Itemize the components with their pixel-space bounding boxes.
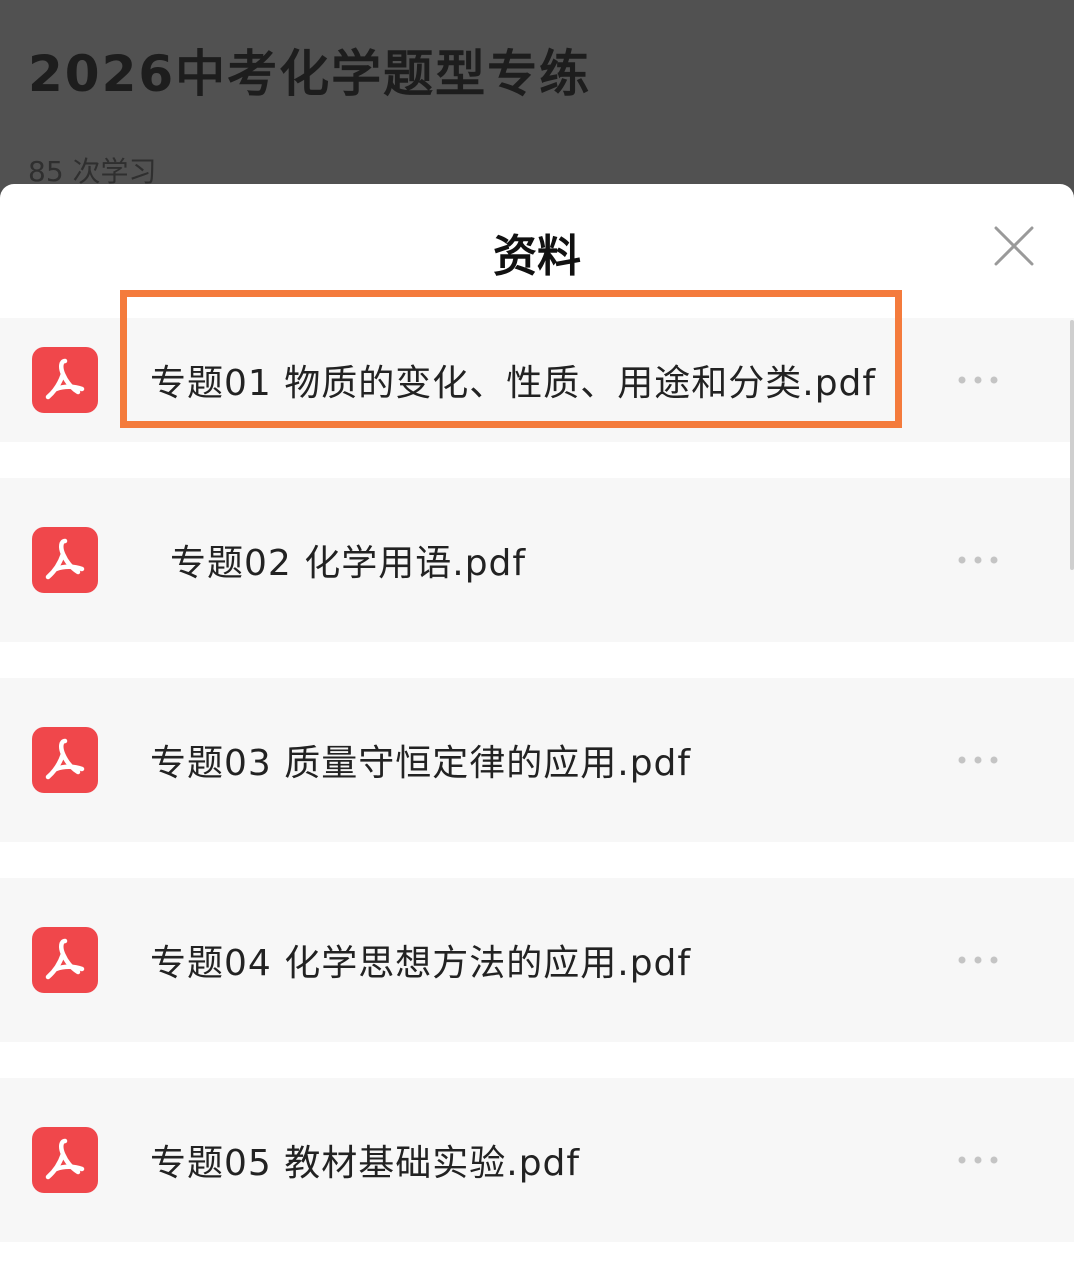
file-row-05[interactable]: 专题05 教材基础实验.pdf [0, 1078, 1074, 1242]
file-name: 专题05 教材基础实验.pdf [150, 1143, 581, 1184]
close-icon [994, 226, 1034, 266]
sheet-header: 资料 [0, 184, 1074, 314]
more-button[interactable] [956, 750, 1000, 770]
scrollbar[interactable] [1070, 320, 1074, 570]
pdf-icon [32, 927, 98, 993]
more-dots-icon [958, 1156, 998, 1164]
more-dots-icon [958, 556, 998, 564]
file-name: 专题04 化学思想方法的应用.pdf [150, 943, 692, 984]
more-dots-icon [958, 756, 998, 764]
more-button[interactable] [956, 950, 1000, 970]
file-list: 专题01 物质的变化、性质、用途和分类.pdf 专题02 化学用语.pdf 专题… [0, 318, 1074, 1278]
course-title: 2026中考化学题型专练 [28, 45, 592, 103]
materials-sheet: 资料 专题01 物质的变化、性质、用途和分类.pdf 专题02 化学用语.pdf… [0, 184, 1074, 1280]
more-dots-icon [958, 376, 998, 384]
file-name: 专题01 物质的变化、性质、用途和分类.pdf [150, 363, 877, 404]
close-button[interactable] [990, 222, 1038, 270]
pdf-icon [32, 727, 98, 793]
sheet-title: 资料 [493, 231, 581, 282]
pdf-icon [32, 527, 98, 593]
file-row-04[interactable]: 专题04 化学思想方法的应用.pdf [0, 878, 1074, 1042]
more-button[interactable] [956, 1150, 1000, 1170]
more-dots-icon [958, 956, 998, 964]
file-row-01[interactable]: 专题01 物质的变化、性质、用途和分类.pdf [0, 318, 1074, 442]
more-button[interactable] [956, 550, 1000, 570]
file-row-02[interactable]: 专题02 化学用语.pdf [0, 478, 1074, 642]
file-name: 专题03 质量守恒定律的应用.pdf [150, 743, 692, 784]
file-row-03[interactable]: 专题03 质量守恒定律的应用.pdf [0, 678, 1074, 842]
pdf-icon [32, 1127, 98, 1193]
backdrop[interactable]: 2026中考化学题型专练 85 次学习 [0, 0, 1074, 200]
more-button[interactable] [956, 370, 1000, 390]
file-name: 专题02 化学用语.pdf [170, 543, 527, 584]
pdf-icon [32, 347, 98, 413]
